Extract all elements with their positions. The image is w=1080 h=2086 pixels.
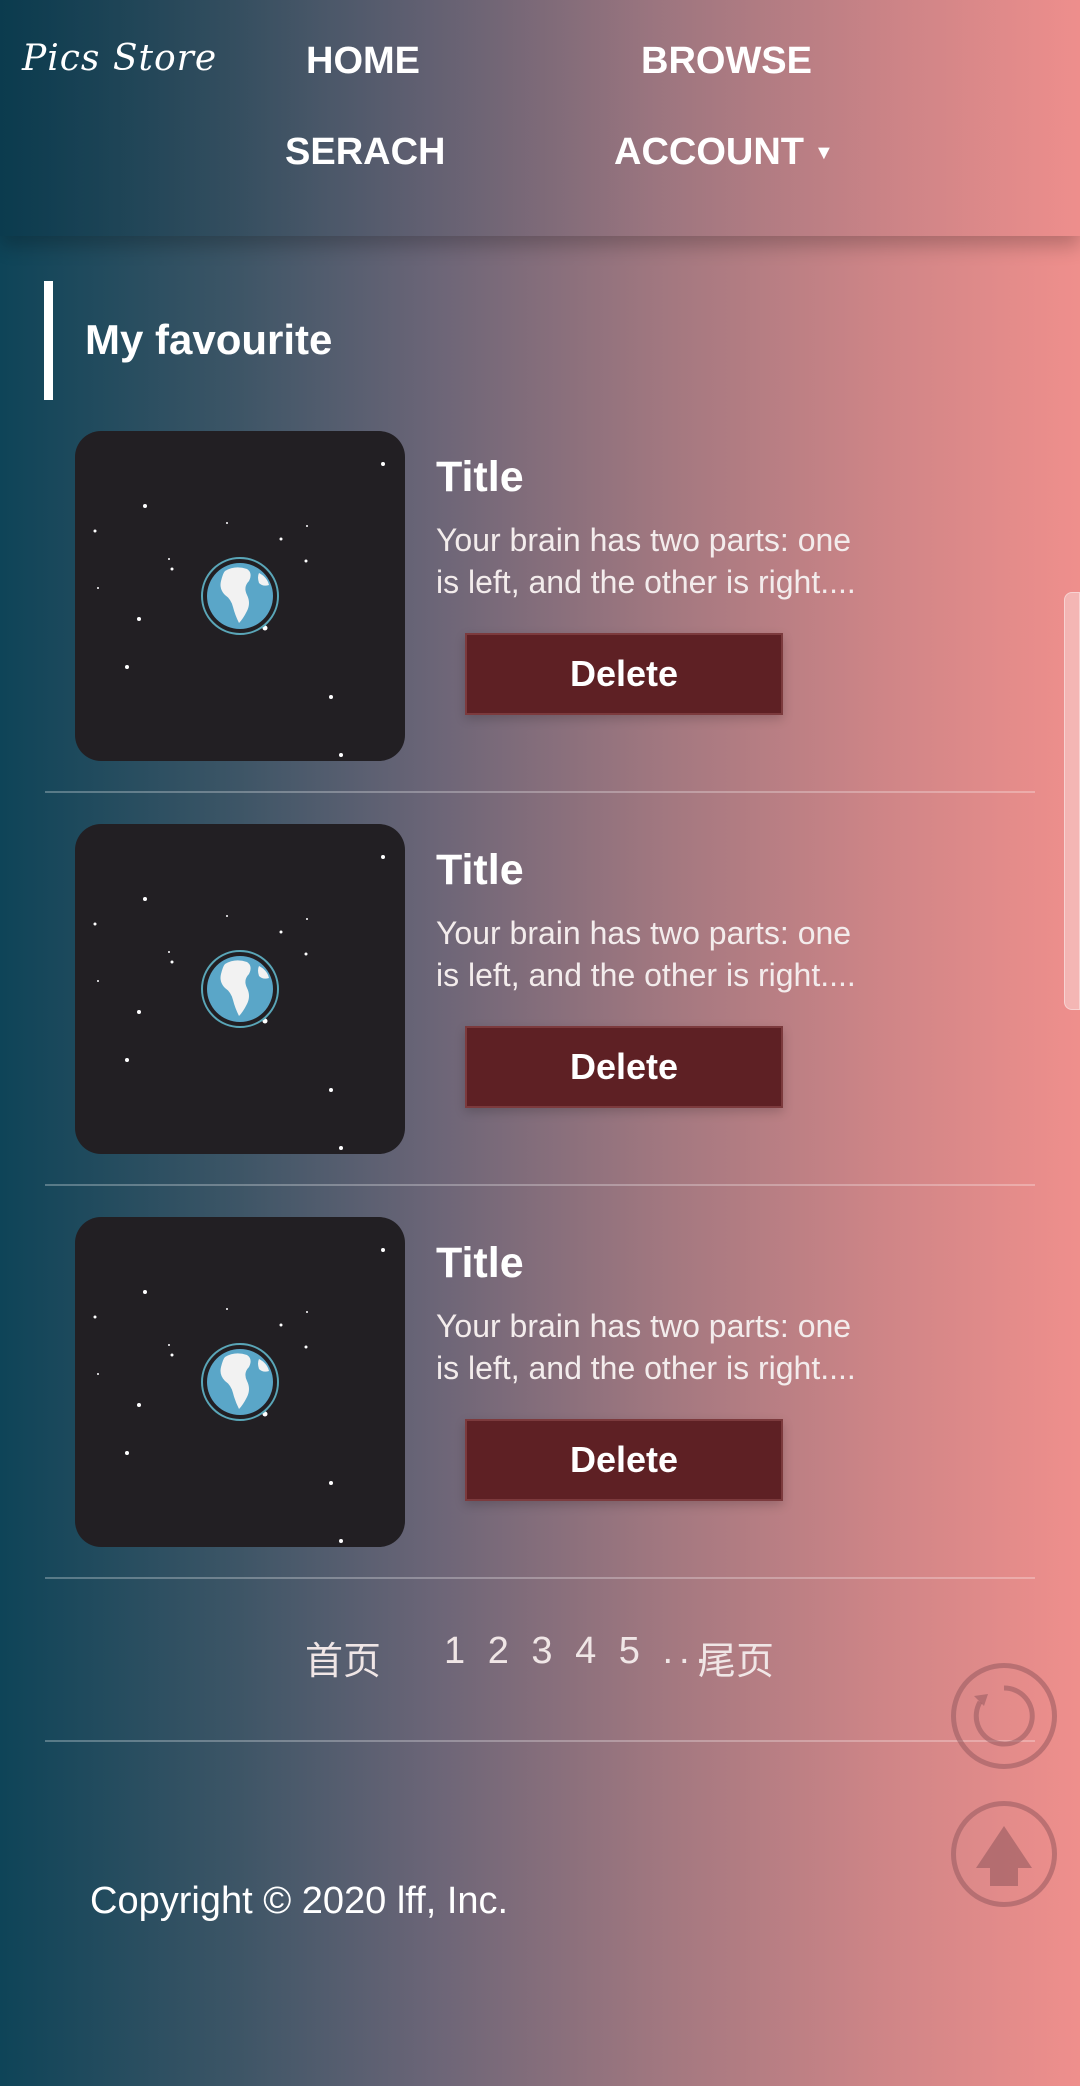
refresh-icon (973, 1685, 1035, 1747)
nav-account-dropdown[interactable]: ACCOUNT ▼ (614, 131, 834, 174)
card-description: Your brain has two parts: one is left, a… (436, 1305, 916, 1389)
card-description-line: is left, and the other is right.... (436, 1350, 856, 1386)
card-description-line: Your brain has two parts: one (436, 522, 852, 558)
card-description: Your brain has two parts: one is left, a… (436, 519, 916, 603)
caret-down-icon: ▼ (813, 142, 834, 165)
footer-copyright: Copyright © 2020 lff, Inc. (90, 1880, 509, 1922)
divider (45, 1740, 1035, 1742)
refresh-button[interactable] (951, 1663, 1057, 1769)
card-title: Title (436, 846, 524, 894)
earth-in-space-icon[interactable] (75, 1217, 405, 1547)
card-description-line: is left, and the other is right.... (436, 564, 856, 600)
back-to-top-button[interactable] (951, 1801, 1057, 1907)
card-title: Title (436, 1239, 524, 1287)
nav-search[interactable]: SERACH (285, 131, 445, 174)
delete-button[interactable]: Delete (465, 1419, 783, 1501)
pagination-first[interactable]: 首页 (305, 1630, 381, 1685)
pagination-numbers[interactable]: 1 2 3 4 5 ... (444, 1630, 712, 1673)
favourite-card: Title Your brain has two parts: one is l… (0, 431, 1080, 824)
earth-in-space-icon[interactable] (75, 824, 405, 1154)
card-description-line: is left, and the other is right.... (436, 957, 856, 993)
scrollbar-thumb[interactable] (1064, 592, 1080, 1010)
nav-home[interactable]: HOME (306, 40, 420, 83)
divider (45, 791, 1035, 793)
delete-button[interactable]: Delete (465, 633, 783, 715)
divider (45, 1577, 1035, 1579)
card-description: Your brain has two parts: one is left, a… (436, 912, 916, 996)
site-logo[interactable]: Pics Store (22, 38, 217, 79)
earth-in-space-icon[interactable] (75, 431, 405, 761)
pagination-last[interactable]: 尾页 (698, 1630, 774, 1685)
top-nav-bar: Pics Store HOME BROWSE SERACH ACCOUNT ▼ (0, 0, 1080, 236)
pagination: 首页 1 2 3 4 5 ... 尾页 (0, 1630, 1080, 1686)
section-title: My favourite (85, 316, 333, 363)
section-accent-bar (44, 281, 53, 400)
nav-browse[interactable]: BROWSE (641, 40, 812, 83)
nav-account-label: ACCOUNT (614, 131, 804, 173)
delete-button[interactable]: Delete (465, 1026, 783, 1108)
card-title: Title (436, 453, 524, 501)
favourite-card: Title Your brain has two parts: one is l… (0, 824, 1080, 1217)
card-description-line: Your brain has two parts: one (436, 1308, 852, 1344)
card-description-line: Your brain has two parts: one (436, 915, 852, 951)
arrow-up-icon (976, 1826, 1032, 1886)
divider (45, 1184, 1035, 1186)
favourite-card: Title Your brain has two parts: one is l… (0, 1217, 1080, 1610)
